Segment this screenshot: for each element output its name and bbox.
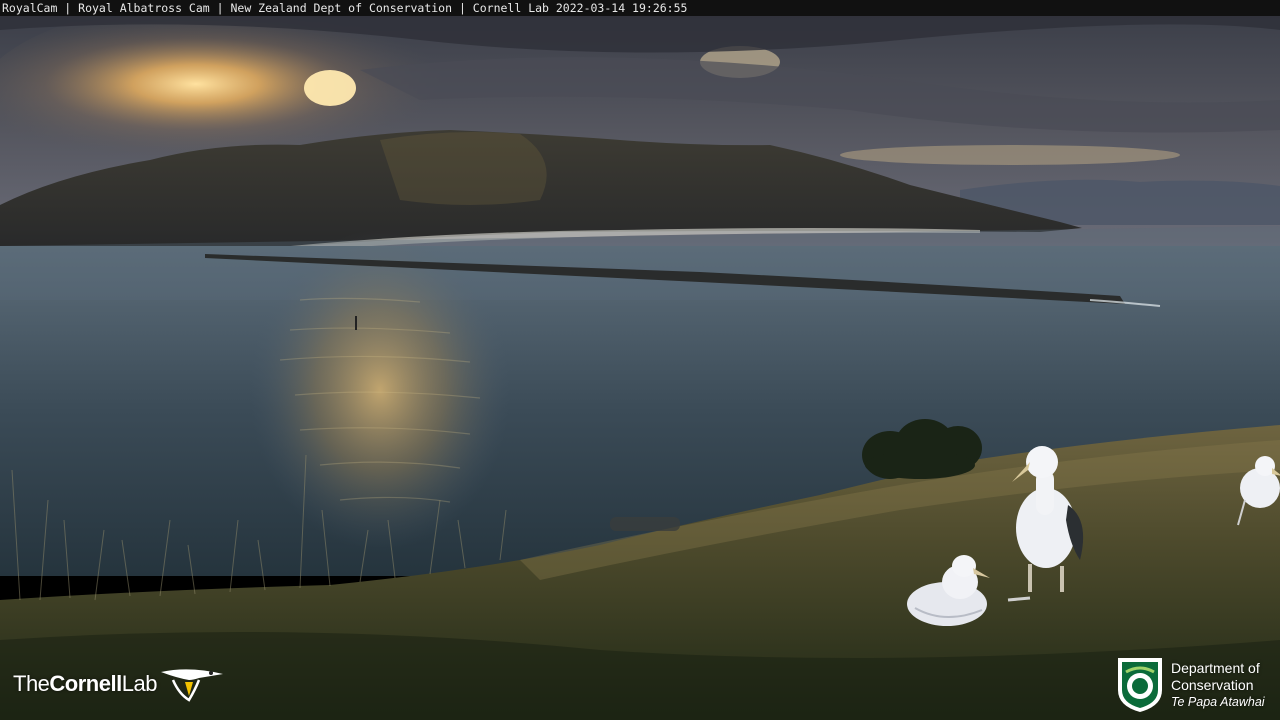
cornell-logo-prefix: The xyxy=(13,671,50,696)
sun-core xyxy=(304,70,356,106)
sun-reflection xyxy=(250,230,510,550)
webcam-frame: RoyalCam | Royal Albatross Cam | New Zea… xyxy=(0,0,1280,720)
cornell-logo-name: Cornell xyxy=(49,671,122,696)
doc-logo: Department of Conservation Te Papa Atawh… xyxy=(1116,656,1272,714)
doc-line-conservation: Conservation xyxy=(1171,677,1254,693)
doc-wordmark: Department of Conservation Te Papa Atawh… xyxy=(1171,660,1265,710)
webcam-scene xyxy=(0,0,1280,720)
headland-sunlit xyxy=(380,132,547,205)
doc-line-maori: Te Papa Atawhai xyxy=(1171,695,1265,709)
doc-shield-icon xyxy=(1118,658,1162,712)
cornell-lab-logo: The Cornell Lab xyxy=(13,664,225,704)
cornell-bird-icon xyxy=(160,669,223,702)
camera-caption: RoyalCam | Royal Albatross Cam | New Zea… xyxy=(0,0,1280,16)
cornell-logo-suffix: Lab xyxy=(121,671,158,696)
marker-post xyxy=(355,316,357,330)
horizon-glow xyxy=(840,145,1180,165)
doc-line-department: Department of xyxy=(1171,660,1260,676)
rock-edge xyxy=(610,517,680,531)
